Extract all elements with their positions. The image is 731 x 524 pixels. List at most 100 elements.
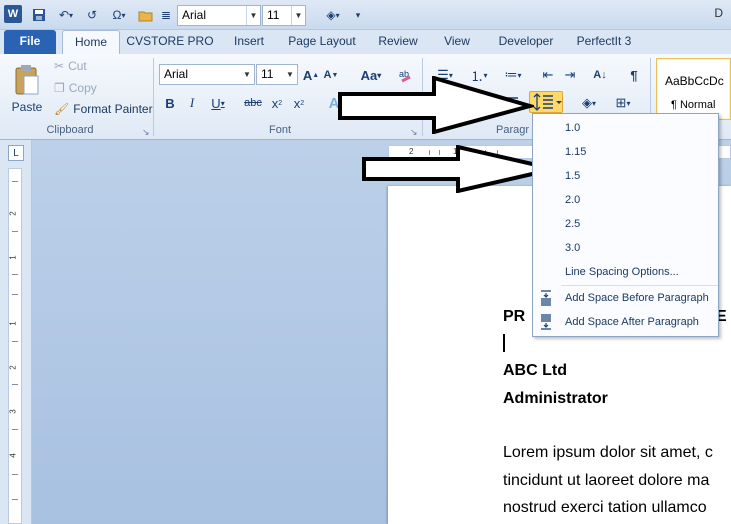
open-folder-icon[interactable] xyxy=(136,5,154,25)
space-after-icon xyxy=(537,313,555,331)
ruler-tick xyxy=(12,181,18,182)
underline-label: U xyxy=(211,95,221,111)
ruler-tick xyxy=(12,499,18,500)
tab-cvstore-pro[interactable]: CVSTORE PRO xyxy=(124,30,216,54)
ruler-tick xyxy=(12,474,18,475)
scissors-icon: ✂ xyxy=(54,59,65,73)
tab-home[interactable]: Home xyxy=(62,30,120,54)
chevron-down-icon[interactable]: ▼ xyxy=(240,65,254,84)
ruler-label: 1 xyxy=(8,321,18,326)
doc-heading: PR xyxy=(503,308,526,325)
font-group-label: Font xyxy=(268,124,291,136)
format-painter-label: Format Painter xyxy=(73,102,153,116)
subscript-button[interactable]: x2 xyxy=(268,92,286,114)
format-painter-button[interactable]: 🖌 Format Painter xyxy=(54,102,153,116)
italic-button[interactable]: I xyxy=(182,92,202,114)
line-spacing-option[interactable]: 1.15 xyxy=(533,141,718,163)
add-space-after-label: Add Space After Paragraph xyxy=(565,316,699,328)
tab-insert[interactable]: Insert xyxy=(222,30,276,54)
tab-file[interactable]: File xyxy=(4,30,56,54)
group-separator xyxy=(153,58,154,136)
doc-role: Administrator xyxy=(503,390,608,407)
vertical-ruler-rail: L 2 1 1 2 3 4 xyxy=(0,140,32,524)
font-name-combo[interactable]: Arial ▼ xyxy=(159,64,255,85)
line-spacing-menu: 1.0 1.15 1.5 2.0 2.5 3.0 Line Spacing Op… xyxy=(532,113,719,337)
sort-icon[interactable]: A↓ xyxy=(590,64,610,86)
text-caret xyxy=(503,334,505,352)
line-spacing-option[interactable]: 2.0 xyxy=(533,189,718,211)
chevron-down-icon[interactable]: ▼ xyxy=(291,6,305,25)
tab-developer[interactable]: Developer xyxy=(488,30,564,54)
font-name-value: Arial xyxy=(164,67,189,81)
borders-button[interactable]: ⊞ ▾ xyxy=(608,92,638,114)
font-size-value: 11 xyxy=(261,67,274,81)
undo-icon[interactable]: ↶ ▾ xyxy=(52,5,80,25)
ruler-tick xyxy=(12,384,18,385)
show-formatting-icon[interactable]: ¶ xyxy=(624,64,644,86)
copy-icon: ❐ xyxy=(54,81,65,95)
tab-stop-selector[interactable]: L xyxy=(8,145,24,161)
qat-font-size-value: 11 xyxy=(267,8,280,22)
qat-font-size-combo[interactable]: 11 ▼ xyxy=(262,5,306,26)
word-app-icon[interactable]: W xyxy=(4,5,22,23)
decrease-indent-icon[interactable]: ⇤ xyxy=(538,64,558,86)
line-spacing-options-item[interactable]: Line Spacing Options... xyxy=(533,261,718,283)
qat-font-name-value: Arial xyxy=(182,8,207,22)
ruler-tick xyxy=(12,274,18,275)
customize-qat-icon[interactable]: ▾ xyxy=(352,5,364,25)
style-normal-tile[interactable]: AaBbCcDc ¶ Normal xyxy=(656,58,731,120)
ruler-label: 3 xyxy=(8,409,18,414)
ruler-label: 2 xyxy=(8,365,18,370)
tab-review[interactable]: Review xyxy=(370,30,426,54)
increase-indent-icon[interactable]: ⇥ xyxy=(560,64,580,86)
chevron-down-icon[interactable]: ▼ xyxy=(283,65,297,84)
underline-button[interactable]: U ▾ xyxy=(204,92,232,114)
clipboard-group-label: Clipboard xyxy=(46,124,94,136)
paragraph-style-icon[interactable]: ≣ xyxy=(158,5,174,25)
copy-label: Copy xyxy=(68,81,97,95)
superscript-button[interactable]: x2 xyxy=(290,92,308,114)
menu-separator xyxy=(561,285,718,286)
paste-label: Paste xyxy=(11,100,43,114)
ruler-label: 4 xyxy=(8,453,18,458)
cut-button[interactable]: ✂ Cut xyxy=(54,59,87,73)
add-space-before-item[interactable]: Add Space Before Paragraph xyxy=(533,287,718,309)
callout-arrow-icon xyxy=(338,76,534,134)
tab-perfectit[interactable]: PerfectIt 3 xyxy=(570,30,638,54)
add-space-after-item[interactable]: Add Space After Paragraph xyxy=(533,311,718,333)
redo-icon[interactable]: ↺ xyxy=(84,5,100,25)
chevron-down-icon[interactable]: ▼ xyxy=(246,6,260,25)
doc-body-line: Lorem ipsum dolor sit amet, c xyxy=(503,444,713,461)
style-name: ¶ Normal xyxy=(671,99,716,111)
vertical-ruler[interactable]: 2 1 1 2 3 4 xyxy=(8,168,22,524)
line-spacing-button[interactable] xyxy=(529,91,563,113)
ruler-label: 2 xyxy=(8,211,18,216)
tab-view[interactable]: View xyxy=(432,30,482,54)
paint-bucket-icon[interactable]: ◈ ▾ xyxy=(318,5,348,25)
paste-button[interactable]: Paste xyxy=(8,56,46,122)
line-spacing-option[interactable]: 1.0 xyxy=(533,117,718,139)
line-spacing-option[interactable]: 3.0 xyxy=(533,237,718,259)
callout-arrow-icon xyxy=(362,145,555,193)
strikethrough-button[interactable]: abc xyxy=(240,92,266,114)
ruler-tick xyxy=(12,294,18,295)
ruler-tick xyxy=(12,341,18,342)
symbol-icon[interactable]: Ω ▾ xyxy=(104,5,134,25)
shading-button[interactable]: ◈ ▾ xyxy=(574,92,604,114)
ruler-tick xyxy=(12,429,18,430)
line-spacing-option[interactable]: 2.5 xyxy=(533,213,718,235)
ruler-label: 1 xyxy=(8,255,18,260)
qat-font-name-combo[interactable]: Arial ▼ xyxy=(177,5,261,26)
doc-company: ABC Ltd xyxy=(503,362,567,379)
bold-button[interactable]: B xyxy=(160,92,180,114)
line-spacing-option[interactable]: 1.5 xyxy=(533,165,718,187)
grow-font-button[interactable]: A ▲ xyxy=(302,64,320,86)
save-icon[interactable] xyxy=(30,5,48,25)
dialog-launcher-icon[interactable]: ↘ xyxy=(142,127,150,138)
copy-button[interactable]: ❐ Copy xyxy=(54,81,97,95)
font-size-combo[interactable]: 11 ▼ xyxy=(256,64,298,85)
tab-page-layout[interactable]: Page Layout xyxy=(280,30,364,54)
style-sample-text: AaBbCcDc xyxy=(665,74,724,88)
ruler-tick xyxy=(12,231,18,232)
grow-font-icon: A xyxy=(302,67,313,83)
